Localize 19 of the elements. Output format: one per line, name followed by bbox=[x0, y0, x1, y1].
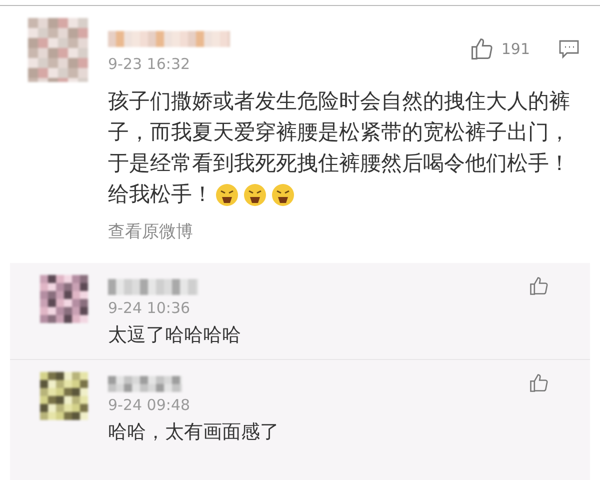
avatar bbox=[40, 274, 88, 322]
angry-face-icon bbox=[215, 182, 239, 206]
view-original-link[interactable]: 查看原微博 bbox=[108, 222, 193, 242]
avatar bbox=[28, 18, 88, 82]
comment-icon[interactable] bbox=[558, 39, 580, 59]
like-icon[interactable] bbox=[528, 372, 550, 394]
avatar bbox=[40, 372, 88, 420]
like-count: 191 bbox=[501, 38, 530, 60]
like-icon[interactable] bbox=[528, 274, 550, 296]
angry-face-icon bbox=[271, 182, 295, 206]
like-icon[interactable] bbox=[469, 36, 496, 62]
reply-time: 9-24 09:48 bbox=[108, 398, 190, 412]
reply-text: 哈哈，太有画面感了 bbox=[108, 422, 280, 442]
reply-time: 9-24 10:36 bbox=[108, 300, 192, 316]
comment-time: 9-23 16:32 bbox=[108, 57, 192, 72]
comment-text: 孩子们撒娇或者发生危险时会自然的拽住大人的裤子，而我夏天爱穿裤腰是松紧带的宽松裤子出门，于是经常看到我死死拽住裤腰然后喝令他们松手！ bbox=[108, 88, 571, 177]
reply-text: 太逗了哈哈哈哈 bbox=[108, 326, 242, 344]
comment-text: 给我松手！ bbox=[108, 181, 213, 208]
angry-face-icon bbox=[243, 182, 267, 206]
